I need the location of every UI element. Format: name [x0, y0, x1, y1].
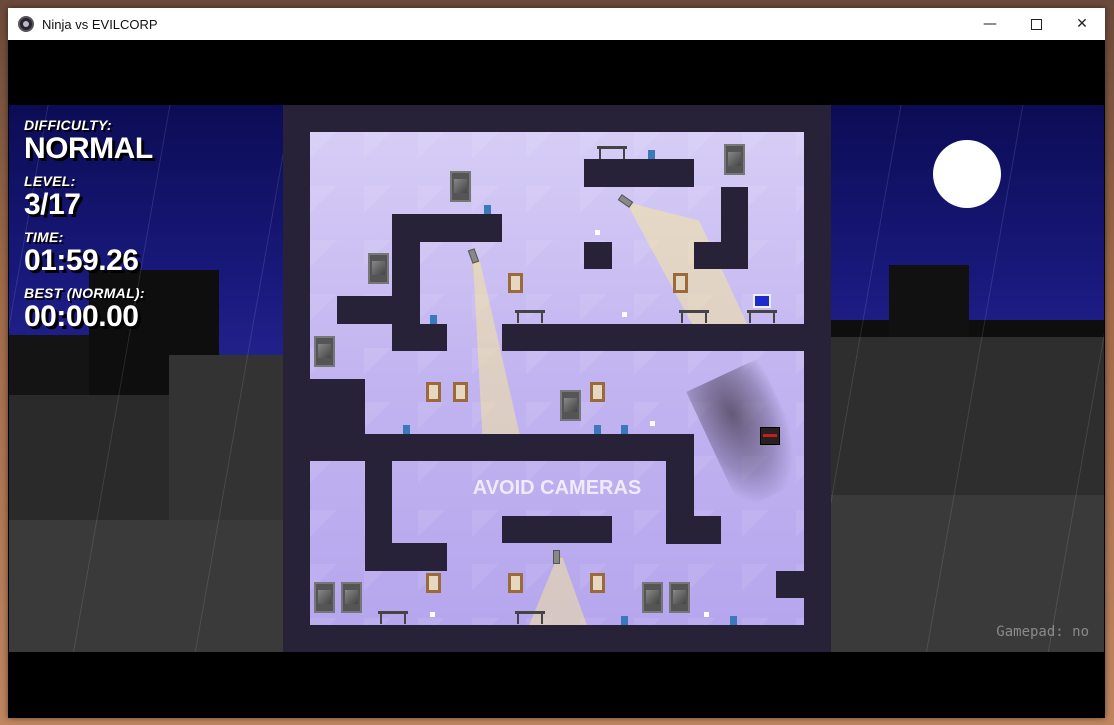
desk: [679, 310, 709, 323]
office-window: [560, 390, 581, 421]
picture-frame: [426, 382, 441, 402]
trash-bin: [430, 315, 437, 324]
difficulty-label: DIFFICULTY:: [24, 117, 112, 133]
office-window: [314, 336, 335, 367]
minimize-button[interactable]: —: [967, 8, 1013, 40]
ninja-icon: [760, 427, 780, 445]
minimize-icon: —: [983, 16, 997, 32]
game-window: Ninja vs EVILCORP — ✕ DIFFICULTY: NORMAL…: [8, 8, 1105, 718]
wall: [584, 159, 694, 187]
wall: [392, 324, 447, 351]
best-time-value: 00:00.00: [24, 300, 139, 333]
desk: [515, 611, 545, 624]
desk: [747, 310, 777, 323]
picture-frame: [453, 382, 468, 402]
maximize-button[interactable]: [1013, 8, 1059, 40]
camera-vision-cone: [528, 558, 588, 625]
wall: [502, 516, 612, 543]
collectible-dot: [622, 312, 627, 317]
time-label: TIME:: [24, 229, 64, 245]
picture-frame: [673, 273, 688, 293]
office-window: [341, 582, 362, 613]
desk: [378, 611, 408, 624]
trash-bin: [594, 425, 601, 434]
trash-bin: [621, 616, 628, 625]
best-time-label: BEST (NORMAL):: [24, 285, 145, 301]
wall: [584, 242, 612, 269]
picture-frame: [508, 573, 523, 593]
window-controls: — ✕: [967, 8, 1105, 40]
picture-frame: [508, 273, 523, 293]
computer-monitor: [753, 294, 771, 308]
gamepad-status: Gamepad: no: [996, 624, 1089, 640]
collectible-dot: [595, 230, 600, 235]
office-window: [450, 171, 471, 202]
desk: [597, 146, 627, 159]
trash-bin: [648, 150, 655, 159]
close-icon: ✕: [1076, 16, 1088, 32]
trash-bin: [621, 425, 628, 434]
desk: [515, 310, 545, 323]
collectible-dot: [430, 612, 435, 617]
window-title: Ninja vs EVILCORP: [42, 16, 158, 32]
trash-bin: [403, 425, 410, 434]
picture-frame: [590, 573, 605, 593]
wall: [337, 296, 419, 324]
game-canvas[interactable]: DIFFICULTY: NORMAL LEVEL: 3/17 TIME: 01:…: [9, 40, 1104, 718]
wall: [776, 571, 804, 598]
wall: [365, 543, 447, 571]
office-window: [724, 144, 745, 175]
level-value: 3/17: [24, 188, 81, 221]
title-bar[interactable]: Ninja vs EVILCORP — ✕: [8, 8, 1105, 40]
maximize-icon: [1030, 18, 1042, 30]
level-label: LEVEL:: [24, 173, 76, 189]
office-window: [642, 582, 663, 613]
time-value: 01:59.26: [24, 244, 139, 277]
collectible-dot: [650, 421, 655, 426]
picture-frame: [590, 382, 605, 402]
collectible-dot: [704, 612, 709, 617]
office-window: [669, 582, 690, 613]
moon-icon: [933, 140, 1001, 208]
hud: DIFFICULTY: NORMAL LEVEL: 3/17 TIME: 01:…: [24, 117, 153, 341]
wall: [694, 242, 748, 269]
difficulty-value: NORMAL: [24, 132, 153, 165]
evilcorp-tower: AVOID CAMERAS: [283, 105, 831, 652]
game-scene: DIFFICULTY: NORMAL LEVEL: 3/17 TIME: 01:…: [9, 105, 1104, 652]
trash-bin: [484, 205, 491, 214]
wall: [666, 516, 721, 544]
camera-icon: [553, 550, 560, 564]
office-window: [368, 253, 389, 284]
ninja-headband: [763, 434, 777, 437]
trash-bin: [730, 616, 737, 625]
close-button[interactable]: ✕: [1059, 8, 1105, 40]
office-window: [314, 582, 335, 613]
wall: [310, 379, 365, 434]
app-icon: [18, 16, 34, 32]
tower-interior: AVOID CAMERAS: [310, 132, 804, 625]
picture-frame: [426, 573, 441, 593]
floor: [310, 434, 694, 461]
camera-icon: [467, 248, 480, 264]
floor: [502, 324, 804, 351]
